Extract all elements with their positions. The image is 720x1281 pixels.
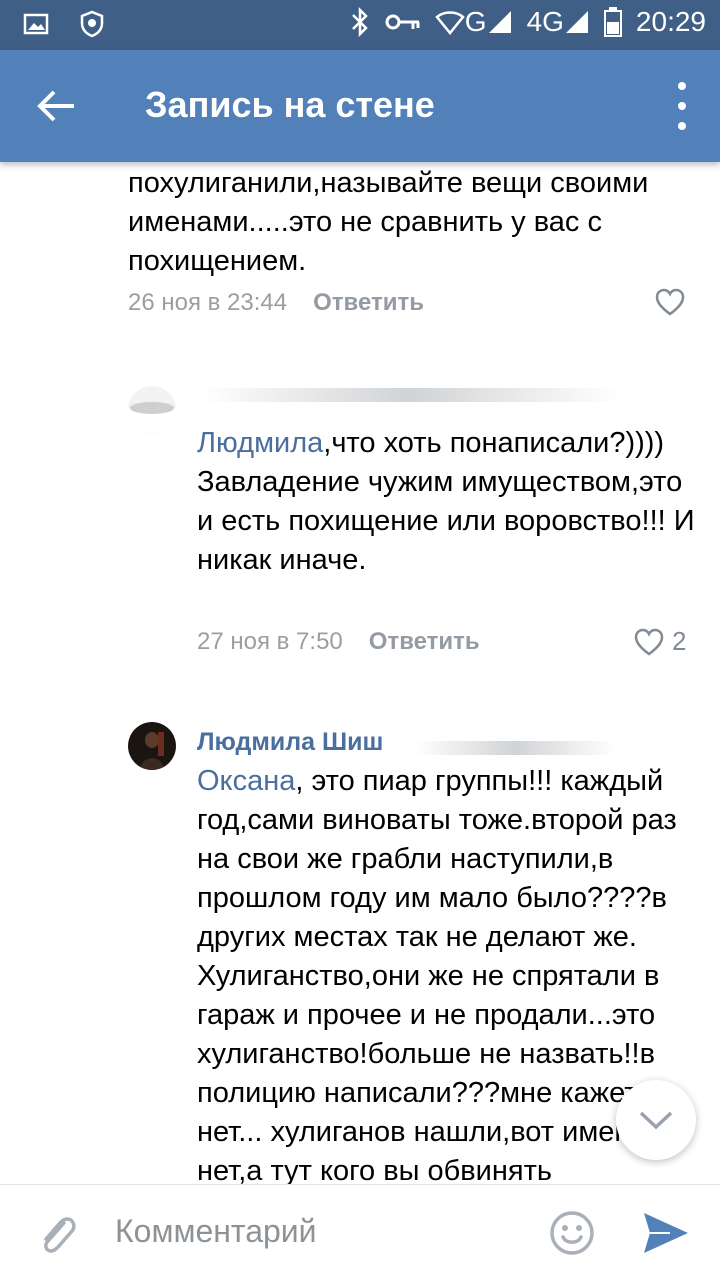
clock: 20:29 — [635, 6, 706, 37]
send-icon[interactable] — [640, 1207, 692, 1259]
author-name-redacted — [415, 741, 615, 755]
like-button[interactable]: 2 — [634, 626, 686, 657]
scroll-down-button[interactable] — [616, 1080, 696, 1160]
comment-composer: Комментарий — [0, 1184, 720, 1281]
mention-link[interactable]: Оксана — [197, 765, 295, 797]
comment-input[interactable]: Комментарий — [115, 1213, 317, 1250]
like-button[interactable] — [655, 288, 685, 316]
author-name-redacted — [200, 388, 620, 402]
author-name[interactable]: Людмила Шиш — [197, 728, 383, 756]
reply-button[interactable]: Ответить — [313, 289, 424, 317]
battery-icon — [603, 7, 622, 37]
signal-icon — [488, 11, 511, 33]
mention-link[interactable]: Людмила — [197, 427, 323, 459]
more-options-button[interactable] — [670, 82, 694, 130]
paperclip-icon[interactable] — [34, 1211, 82, 1259]
heart-icon — [634, 628, 664, 656]
avatar[interactable] — [128, 386, 176, 434]
app-toolbar: Запись на стене — [0, 50, 720, 162]
wifi-signal-icon — [435, 11, 465, 35]
comment-item: Людмила,что хоть понаписали?)))) Завладе… — [197, 424, 697, 580]
shield-icon — [80, 10, 104, 38]
comment-item: похулиганили,называйте вещи своими имена… — [128, 164, 688, 281]
arrow-left-icon — [37, 90, 74, 122]
comment-text: похулиганили,называйте вещи своими имена… — [128, 167, 649, 277]
bluetooth-icon — [351, 7, 368, 37]
heart-icon — [655, 288, 685, 316]
dot-icon — [678, 82, 686, 90]
network-2g-label: G — [464, 6, 487, 37]
network-4g-label: 4G — [526, 6, 564, 37]
avatar-image — [128, 386, 176, 434]
dot-icon — [678, 122, 686, 130]
comment-date: 26 ноя в 23:44 — [128, 289, 288, 316]
chevron-down-icon — [639, 1111, 673, 1130]
comment-meta: 27 ноя в 7:50 Ответить — [197, 628, 480, 656]
like-count: 2 — [672, 626, 687, 656]
key-icon — [385, 14, 420, 30]
dot-icon — [678, 102, 686, 110]
comment-date: 27 ноя в 7:50 — [197, 628, 343, 655]
emoji-icon[interactable] — [548, 1209, 596, 1257]
comments-feed[interactable]: похулиганили,называйте вещи своими имена… — [0, 162, 720, 1184]
status-bar: G 4G 20:29 — [0, 0, 720, 50]
back-button[interactable] — [30, 80, 82, 132]
comment-meta: 26 ноя в 23:44 Ответить — [128, 289, 424, 317]
signal-4g-icon — [565, 11, 588, 33]
avatar[interactable] — [128, 722, 176, 770]
page-title: Запись на стене — [145, 84, 435, 125]
comment-body: , это пиар группы!!! каждый год,сами вин… — [197, 765, 677, 1184]
comment-text: Людмила,что хоть понаписали?)))) Завладе… — [197, 424, 697, 580]
avatar-image — [128, 722, 176, 770]
reply-button[interactable]: Ответить — [369, 628, 480, 656]
gallery-icon — [23, 13, 49, 35]
